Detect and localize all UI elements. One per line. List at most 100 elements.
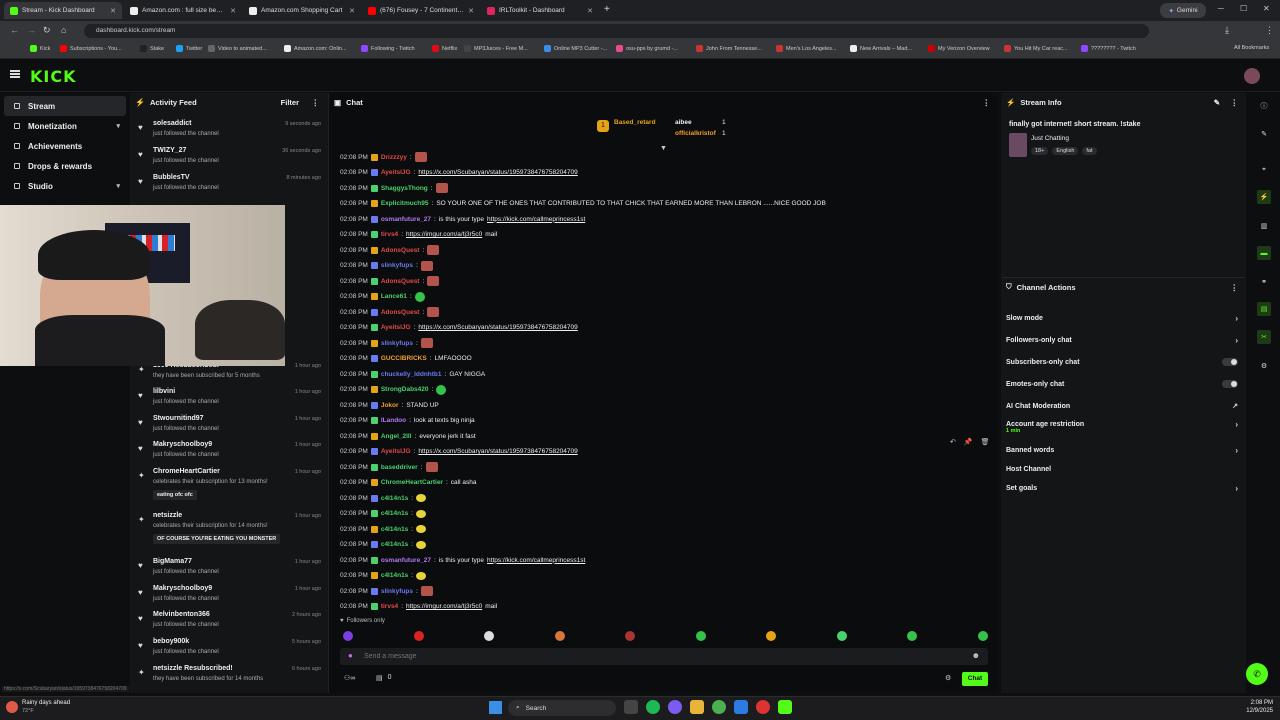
activity-username[interactable]: Makryschoolboy9 [153, 441, 212, 448]
target-icon[interactable]: ⌖ [1257, 163, 1271, 177]
chat-input[interactable] [364, 650, 964, 663]
chat-username[interactable]: Angel_2lll [381, 433, 412, 440]
more-options-icon[interactable]: ⋮ [1231, 98, 1239, 107]
sidebar-item-drops-rewards[interactable]: Drops & rewards [4, 156, 126, 176]
bookmark-item[interactable]: New Arrivals – Mad... [850, 45, 912, 52]
chat-username[interactable]: tirvs4 [381, 603, 398, 610]
emote-bar-item[interactable] [554, 631, 565, 641]
chat-username[interactable]: c4l14n1s [381, 541, 408, 548]
emote-bar-item[interactable] [836, 631, 847, 641]
chevron-right-icon[interactable]: › [1235, 484, 1238, 493]
chat-username[interactable]: ShaggysThong [381, 185, 428, 192]
taskbar-search[interactable]: ⌕ Search [508, 700, 616, 716]
chevron-right-icon[interactable]: › [1235, 446, 1238, 455]
gear-icon[interactable]: ⚙ [945, 674, 951, 682]
toggle-switch[interactable] [1222, 358, 1238, 366]
bookmark-item[interactable]: My Verizon Overview [928, 45, 990, 52]
bookmark-item[interactable]: Online MP3 Cutter -... [544, 45, 607, 52]
bookmark-item[interactable]: Stake [140, 45, 164, 52]
delete-icon[interactable]: 🗑 [981, 438, 990, 450]
back-icon[interactable]: ← [10, 25, 19, 35]
pinned-user-1[interactable]: Based_retard [614, 119, 656, 126]
activity-username[interactable]: BubblesTV [153, 174, 190, 181]
message-link[interactable]: https://kick.com/callmeprincess1st [487, 216, 585, 223]
channel-action-banned-words[interactable]: Banned words › [1006, 444, 1242, 456]
channel-action-followers-only-chat[interactable]: Followers-only chat › [1006, 334, 1242, 346]
message-link[interactable]: https://imgur.com/a/tj3r5c0 [406, 231, 482, 238]
message-link[interactable]: https://x.com/Scubaryan/status/195973847… [418, 169, 577, 176]
clipboard-icon[interactable]: ▥ [1257, 219, 1271, 233]
close-icon[interactable]: ✕ [468, 7, 474, 15]
support-chat-button[interactable]: ✆ [1246, 663, 1268, 685]
mic-icon[interactable]: ● [348, 651, 353, 660]
emote-bar-item[interactable] [343, 631, 353, 641]
pinned-user-2[interactable]: aibee [675, 119, 692, 126]
chat-username[interactable]: AdonsQuest [381, 247, 420, 254]
chat-username[interactable]: tirvs4 [381, 231, 398, 238]
chevron-down-icon[interactable]: ▾ [116, 122, 120, 130]
settings-nodes-icon[interactable]: ⚙ [1257, 359, 1271, 373]
bookmark-item[interactable]: Video to animated... [208, 45, 267, 52]
chat-username[interactable]: c4l14n1s [381, 510, 408, 517]
emote-bar-item[interactable] [484, 631, 494, 641]
chevron-right-icon[interactable]: › [1235, 336, 1238, 345]
app-icon[interactable] [668, 700, 682, 714]
channel-action-ai-chat-moderation[interactable]: AI Chat Moderation ↗ [1006, 400, 1242, 412]
bookmark-item[interactable]: ???????? - Twitch [1081, 45, 1136, 52]
tab-amazon-cart[interactable]: Amazon.com Shopping Cart ✕ [243, 2, 361, 19]
chat-username[interactable]: osmanfuture_27 [381, 216, 431, 223]
close-icon[interactable]: ✕ [349, 7, 355, 15]
pinned-user-3[interactable]: officialkristof [675, 130, 716, 137]
chat-username[interactable]: baseddriver [381, 464, 418, 471]
message-link[interactable]: https://kick.com/callmeprincess1st [487, 557, 585, 564]
chat-username[interactable]: AyeitsIJG [381, 448, 411, 455]
maximize-button[interactable]: ☐ [1240, 4, 1247, 13]
chat-bubble-icon[interactable]: ▬ [1257, 246, 1271, 260]
chat-username[interactable]: ChromeHeartCartier [381, 479, 443, 486]
spotify-icon[interactable] [646, 700, 660, 714]
bookmark-item[interactable]: John From Tennesse... [696, 45, 762, 52]
activity-username[interactable]: netsizzle [153, 512, 182, 519]
gift-counter[interactable]: ▤ 0 [376, 674, 392, 682]
edit-icon[interactable]: ✎ [1257, 127, 1271, 141]
tag-pill[interactable]: English [1052, 147, 1079, 155]
chat-username[interactable]: GUCCIBRICKS [381, 355, 427, 362]
gemini-button[interactable]: ✦ Gemini [1160, 3, 1206, 18]
bookmark-item[interactable]: You Hit My Car reac... [1004, 45, 1068, 52]
chevron-down-icon[interactable]: ▾ [116, 182, 120, 190]
reload-icon[interactable]: ↻ [43, 25, 51, 36]
chat-username[interactable]: osmanfuture_27 [381, 557, 431, 564]
chat-username[interactable]: slinkyfups [381, 588, 413, 595]
chat-username[interactable]: AdonsQuest [381, 278, 420, 285]
bookmark-item[interactable]: Following - Twitch [361, 45, 415, 52]
sidebar-item-stream[interactable]: Stream [4, 96, 126, 116]
activity-username[interactable]: Makryschoolboy9 [153, 585, 212, 592]
url-input[interactable]: dashboard.kick.com/stream [84, 24, 1149, 38]
chat-username[interactable]: AyeitsIJG [381, 169, 411, 176]
server-icon[interactable]: ▤ [1257, 302, 1271, 316]
bookmark-item[interactable]: Netflix [432, 45, 457, 52]
more-options-icon[interactable]: ⋮ [983, 98, 991, 107]
close-icon[interactable]: ✕ [110, 7, 116, 15]
tab-amazon-bed[interactable]: Amazon.com : full size bed fra ✕ [124, 2, 242, 19]
message-link[interactable]: https://imgur.com/a/tj3r5c0 [406, 603, 482, 610]
activity-username[interactable]: solesaddict [153, 120, 192, 127]
tag-pill[interactable]: fat [1082, 147, 1097, 155]
chat-username[interactable]: ILandoo [381, 417, 406, 424]
windows-start-icon[interactable] [489, 701, 502, 714]
category-name[interactable]: Just Chatting [1031, 135, 1069, 142]
tab-irltoolkit[interactable]: IRLToolkit - Dashboard ✕ [481, 2, 599, 19]
channel-action-emotes-only-chat[interactable]: Emotes-only chat [1006, 378, 1242, 390]
external-link-icon[interactable]: ↗ [1232, 402, 1238, 410]
sidebar-item-achievements[interactable]: Achievements [4, 136, 126, 156]
file-explorer-icon[interactable] [690, 700, 704, 714]
more-options-icon[interactable]: ⋮ [1231, 283, 1239, 292]
message-link[interactable]: https://x.com/Scubaryan/status/195973847… [418, 324, 577, 331]
more-options-icon[interactable]: ⋮ [312, 98, 320, 107]
chat-username[interactable]: AdonsQuest [381, 309, 420, 316]
bookmark-item[interactable]: Kick [30, 45, 50, 52]
tag-pill[interactable]: 18+ [1031, 147, 1049, 155]
chevron-right-icon[interactable]: › [1235, 314, 1238, 323]
activity-username[interactable]: lilbvini [153, 388, 175, 395]
filter-button[interactable]: Filter [281, 98, 299, 107]
